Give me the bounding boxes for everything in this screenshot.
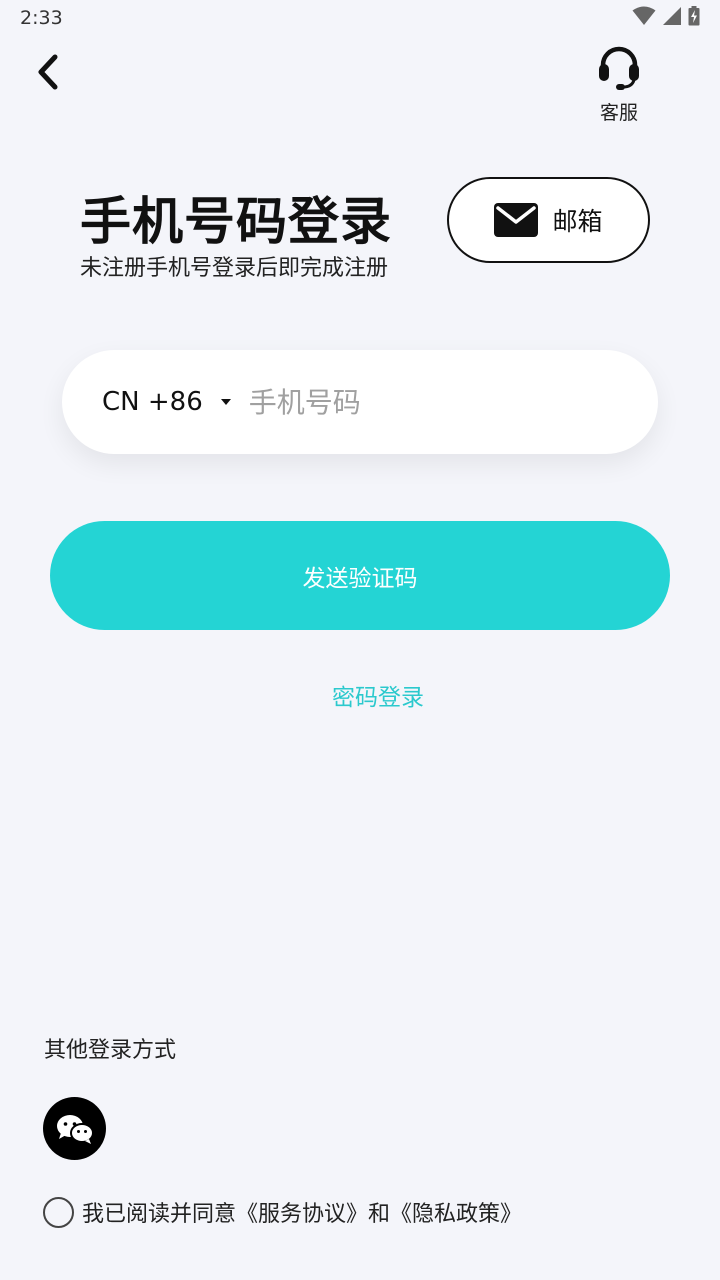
mail-icon — [494, 203, 539, 237]
agreement-row: 我已阅读并同意《服务协议》和《隐私政策》 — [43, 1196, 522, 1228]
caret-down-icon — [220, 399, 231, 405]
privacy-policy-link[interactable]: 《隐私政策》 — [390, 1202, 522, 1227]
phone-input-box: CN +86 — [62, 350, 658, 454]
send-code-button[interactable]: 发送验证码 — [50, 521, 670, 630]
status-time: 2:33 — [20, 7, 63, 29]
password-login-link[interactable]: 密码登录 — [290, 678, 466, 712]
page-subtitle: 未注册手机号登录后即完成注册 — [80, 256, 389, 281]
agreement-conjunction: 和 — [368, 1202, 391, 1227]
back-button[interactable] — [26, 50, 70, 94]
service-agreement-link[interactable]: 《服务协议》 — [236, 1202, 368, 1227]
agreement-checkbox[interactable] — [43, 1196, 74, 1228]
headset-icon — [599, 46, 639, 90]
phone-number-input[interactable] — [248, 372, 609, 432]
page-title: 手机号码登录 — [80, 193, 393, 252]
other-login-title: 其他登录方式 — [44, 1038, 177, 1063]
country-code-label: CN +86 — [102, 387, 203, 417]
status-icons — [632, 6, 700, 26]
email-login-label: 邮箱 — [552, 207, 603, 236]
email-login-button[interactable]: 邮箱 — [447, 177, 650, 263]
login-screen: 2:33 客服 手机号码登录 未注册手机号登录后即完成注册 邮箱 CN +86 … — [0, 0, 720, 1280]
signal-icon — [663, 7, 681, 25]
agreement-prefix: 我已阅读并同意 — [82, 1202, 237, 1227]
customer-service-label: 客服 — [599, 102, 638, 124]
agreement-text: 我已阅读并同意《服务协议》和《隐私政策》 — [82, 1196, 522, 1228]
chevron-left-icon — [38, 54, 58, 90]
customer-service-button[interactable]: 客服 — [588, 44, 650, 125]
battery-icon — [688, 6, 700, 26]
wechat-icon — [56, 1114, 94, 1144]
wifi-icon — [632, 6, 656, 25]
status-bar: 2:33 — [0, 0, 720, 38]
country-code-select[interactable]: CN +86 — [102, 387, 231, 417]
wechat-login-button[interactable] — [43, 1097, 106, 1160]
